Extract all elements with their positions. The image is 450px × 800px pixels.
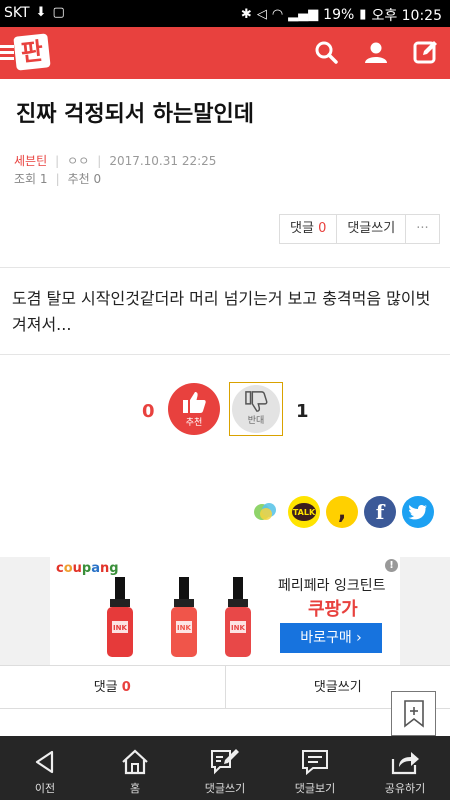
menu-icon[interactable] (0, 42, 14, 63)
search-icon[interactable] (312, 37, 340, 67)
status-bar: SKT ⬇ ▢ ✱ ◁ ◠ ▂▄▆ 19% ▮ 오후 10:25 (0, 0, 450, 27)
upvote-button[interactable]: 추천 (168, 383, 220, 435)
write-comment-button[interactable]: 댓글쓰기 (337, 215, 407, 243)
bookmark-icon (403, 699, 424, 728)
downvote-count: 1 (296, 401, 309, 422)
wifi-icon: ◠ (271, 7, 284, 22)
downvote-label: 반대 (247, 416, 265, 426)
svg-text:INK: INK (231, 624, 245, 632)
signal-icon: ▂▄▆ (288, 7, 319, 22)
kakaotalk-share-icon[interactable]: TALK (288, 496, 320, 528)
mute-icon: ◁ (256, 7, 267, 22)
logo-mark: 판 (13, 33, 51, 71)
bookmark-button[interactable] (391, 691, 436, 736)
clock: 오후 10:25 (371, 8, 442, 24)
upvote-label: 추천 (185, 418, 203, 428)
post-body: 도겸 탈모 시작인것같더라 머리 넘기는거 보고 충격먹음 많이벗겨져서... (12, 289, 431, 334)
bottom-nav: 이전 홈 댓글쓰기 댓글보기 공유하기 (0, 736, 450, 800)
carrier-label: SKT (4, 5, 30, 21)
post-author: ㅇㅇ (67, 154, 90, 168)
meta-separator: | (55, 171, 60, 186)
twitter-share-icon[interactable] (402, 496, 434, 528)
home-icon (122, 749, 148, 775)
meta-separator: | (97, 153, 102, 168)
app-header: 판 (0, 27, 450, 79)
share-icon (391, 752, 419, 775)
share-bar: TALK , f (250, 496, 434, 528)
nav-home[interactable]: 홈 (90, 736, 180, 800)
divider (0, 267, 450, 268)
ad-headline: 페리페라 잉크틴트 (278, 578, 386, 594)
nav-view-comments[interactable]: 댓글보기 (270, 736, 360, 800)
user-icon[interactable] (362, 37, 390, 67)
tint-bottle-image: INK (225, 577, 251, 657)
tab-comments[interactable]: 댓글 0 (0, 666, 226, 708)
download-icon: ⬇ (35, 5, 47, 20)
divider (0, 354, 450, 355)
view-comments-icon (302, 750, 328, 775)
ad-price-label: 쿠팡가 (308, 599, 358, 620)
sync-icon: ▢ (52, 5, 65, 20)
nav-back[interactable]: 이전 (0, 736, 90, 800)
nav-share[interactable]: 공유하기 (360, 736, 450, 800)
tint-bottle-image: INK (107, 577, 133, 657)
svg-text:INK: INK (113, 624, 127, 632)
comment-count: 0 (318, 221, 327, 236)
comment-tabs: 댓글 0 댓글쓰기 (0, 665, 450, 709)
post-action-bar: 댓글 0 댓글쓰기 ··· (279, 214, 440, 244)
more-button[interactable]: ··· (406, 215, 438, 243)
views-label: 조회 (14, 172, 37, 186)
ad-brand: coupang (56, 561, 119, 576)
post-meta: 세븐틴 | ㅇㅇ | 2017.10.31 22:25 (14, 152, 216, 169)
upvote-count: 0 (142, 401, 155, 422)
kakaostory-share-icon[interactable]: , (326, 496, 358, 528)
post-stats: 조회 1 | 추천 0 (14, 170, 101, 187)
ad-info-icon[interactable]: ! (385, 559, 398, 572)
thumbs-down-icon (245, 391, 268, 412)
meta-separator: | (55, 153, 60, 168)
ad-content[interactable]: coupang INK INK INK 페리페라 잉크틴트 쿠팡가 바로구매 › (50, 557, 400, 665)
back-icon (35, 750, 54, 774)
post-title: 진짜 걱정되서 하는말인데 (16, 102, 254, 127)
downvote-button[interactable]: 반대 (229, 382, 283, 436)
logo[interactable]: 판 (0, 33, 51, 71)
post-category[interactable]: 세븐틴 (14, 152, 47, 169)
battery-icon: ▮ (359, 7, 367, 22)
facebook-share-icon[interactable]: f (364, 496, 396, 528)
tab-comments-count: 0 (121, 680, 131, 695)
battery-level: 19% (323, 7, 355, 23)
comments-button[interactable]: 댓글 0 (280, 215, 338, 243)
nav-write-comment[interactable]: 댓글쓰기 (180, 736, 270, 800)
tint-bottle-image: INK (171, 577, 197, 657)
write-comment-icon (211, 749, 239, 775)
bluetooth-icon: ✱ (240, 7, 252, 22)
post-date: 2017.10.31 22:25 (109, 153, 217, 168)
svg-text:INK: INK (177, 624, 191, 632)
recommend-count: 0 (93, 171, 102, 186)
write-icon[interactable] (412, 37, 440, 67)
line-share-icon[interactable] (250, 496, 282, 528)
views-count: 1 (39, 171, 48, 186)
recommend-label: 추천 (67, 172, 90, 186)
buy-now-button[interactable]: 바로구매 › (280, 623, 382, 653)
ad-banner[interactable]: coupang INK INK INK 페리페라 잉크틴트 쿠팡가 바로구매 ›… (0, 557, 450, 665)
thumbs-up-icon (183, 392, 206, 413)
